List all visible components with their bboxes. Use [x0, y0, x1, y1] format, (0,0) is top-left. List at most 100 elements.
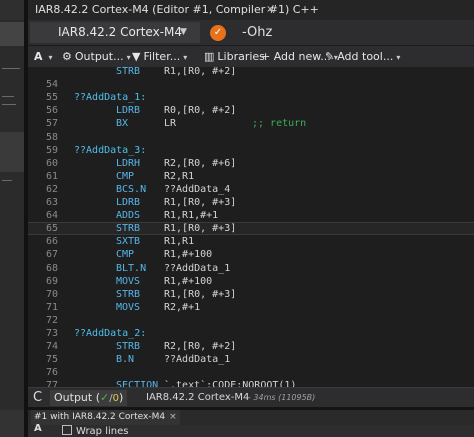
- asm-mnemonic: STRB: [116, 223, 141, 235]
- code-line[interactable]: 67 CMP R1,#+100: [28, 248, 474, 261]
- asm-operands: R1,[R0, #+3]: [164, 288, 237, 300]
- refresh-icon[interactable]: C: [33, 388, 42, 408]
- asm-label: ??AddData_1:: [74, 92, 147, 104]
- asm-operands: `.text`:CODE:NOROOT(1): [164, 380, 297, 387]
- asm-operands: R2,R1: [164, 170, 195, 182]
- left-panel-text-line: [2, 180, 12, 181]
- code-line[interactable]: 71 MOVS R2,#+1: [28, 301, 474, 314]
- left-panel-header: [0, 0, 24, 20]
- line-number: 61: [45, 170, 58, 182]
- line-number: 57: [45, 118, 58, 130]
- output-pane-tab[interactable]: #1 with IAR8.42.2 Cortex-M4 ×: [31, 410, 180, 425]
- assembly-output-editor[interactable]: STRB R1,[R0, #+2] 54 55 ??AddData_1: 56 LDRB R0…: [28, 67, 474, 387]
- code-line[interactable]: 75 B.N ??AddData_1: [28, 353, 474, 366]
- asm-mnemonic: CMP: [116, 170, 135, 182]
- output-compiler-name: IAR8.42.2 Cortex-M4: [146, 392, 250, 403]
- asm-mnemonic: LDRB: [116, 105, 141, 117]
- libraries-button[interactable]: ▥ Libraries: [204, 46, 265, 68]
- asm-comment: ;; return: [252, 118, 307, 130]
- code-line[interactable]: 54: [28, 78, 474, 91]
- line-number: 72: [45, 314, 58, 326]
- asm-mnemonic: STRB: [116, 67, 141, 77]
- output-tab[interactable]: Output (✓/0): [50, 390, 128, 406]
- compiler-select-label: IAR8.42.2 Cortex-M4: [58, 25, 183, 39]
- code-line[interactable]: 61 CMP R2,R1: [28, 170, 474, 183]
- line-number: 66: [45, 236, 58, 248]
- line-number: 73: [45, 328, 58, 339]
- line-number: 65: [45, 223, 58, 235]
- asm-operands: R1,[R0, #+2]: [164, 67, 237, 77]
- book-icon: ▥: [204, 50, 215, 63]
- compiler-info-icon[interactable]: ✓: [210, 25, 226, 41]
- code-line[interactable]: 73 ??AddData_2:: [28, 327, 474, 340]
- code-line[interactable]: 57 BX LR ;; return: [28, 117, 474, 130]
- code-line[interactable]: 60 LDRH R2,[R0, #+6]: [28, 157, 474, 170]
- add-new-label: + Add new...: [261, 50, 331, 63]
- font-button[interactable]: A: [34, 423, 42, 434]
- line-number: 67: [45, 249, 58, 261]
- asm-mnemonic: MOVS: [116, 275, 141, 287]
- asm-operands: R1,R1,#+1: [164, 210, 219, 222]
- code-line[interactable]: 69 MOVS R1,#+100: [28, 275, 474, 288]
- output-button[interactable]: ⚙ Output... ▾: [62, 46, 131, 68]
- code-line[interactable]: 58: [28, 131, 474, 144]
- output-label: Output...: [74, 50, 124, 63]
- filter-button[interactable]: ▼ Filter... ▾: [132, 46, 187, 68]
- code-line[interactable]: 72: [28, 314, 474, 327]
- add-tool-label: Add tool...: [337, 50, 394, 63]
- line-number: 55: [45, 92, 58, 104]
- wrench-icon: ✎: [325, 50, 335, 63]
- compiler-options-input[interactable]: -Ohz: [242, 20, 272, 45]
- code-line[interactable]: 55 ??AddData_1:: [28, 91, 474, 104]
- left-panel-block: [0, 132, 24, 172]
- code-line[interactable]: 62 BCS.N ??AddData_4: [28, 183, 474, 196]
- output-status-bar: C Output (✓/0) IAR8.42.2 Cortex-M4 - 34m…: [28, 387, 474, 408]
- code-line[interactable]: 70 STRB R1,[R0, #+3]: [28, 288, 474, 301]
- code-line[interactable]: 77 SECTION `.text`:CODE:NOROOT(1): [28, 379, 474, 387]
- line-number: 75: [45, 354, 58, 366]
- code-line[interactable]: 66 SXTB R1,R1: [28, 235, 474, 248]
- asm-mnemonic: BCS.N: [116, 183, 147, 195]
- code-line[interactable]: 64 ADDS R1,R1,#+1: [28, 209, 474, 222]
- output-tab-label: Output (: [54, 391, 100, 404]
- code-line[interactable]: 76: [28, 366, 474, 379]
- asm-operands: LR: [164, 118, 177, 130]
- libraries-label: Libraries: [217, 50, 265, 63]
- asm-mnemonic: BX: [116, 118, 129, 130]
- asm-mnemonic: LDRH: [116, 157, 141, 169]
- line-number: 60: [45, 157, 58, 169]
- close-icon[interactable]: ×: [266, 0, 274, 20]
- asm-mnemonic: STRB: [116, 341, 141, 353]
- left-panel-text-line: [2, 96, 14, 97]
- pane-title-bar: IAR8.42.2 Cortex-M4 (Editor #1, Compiler…: [28, 0, 474, 20]
- asm-mnemonic: MOVS: [116, 301, 141, 313]
- asm-operands: R2,#+1: [164, 301, 201, 313]
- asm-operands: R1,#+100: [164, 249, 213, 261]
- wrap-lines-toggle[interactable]: Wrap lines: [62, 425, 128, 437]
- gear-icon: ⚙: [62, 50, 72, 63]
- code-line[interactable]: 63 LDRB R1,[R0, #+3]: [28, 196, 474, 209]
- code-line[interactable]: 59 ??AddData_3:: [28, 144, 474, 157]
- output-pane-toolbar: A Wrap lines: [28, 423, 474, 437]
- code-line[interactable]: 74 STRB R2,[R0, #+2]: [28, 340, 474, 353]
- left-panel-footer: [0, 410, 24, 437]
- font-icon: A: [34, 50, 43, 63]
- code-line[interactable]: 68 BLT.N ??AddData_1: [28, 262, 474, 275]
- left-panel-button[interactable]: [0, 22, 24, 46]
- chevron-down-icon: ▾: [183, 53, 188, 62]
- code-line[interactable]: STRB R1,[R0, #+2]: [28, 67, 474, 78]
- code-line[interactable]: 56 LDRB R0,[R0, #+2]: [28, 104, 474, 117]
- add-tool-button[interactable]: ✎ Add tool... ▾: [325, 46, 400, 68]
- compiler-bar: IAR8.42.2 Cortex-M4 ▼ ✓ -Ohz: [28, 20, 474, 45]
- asm-operands: R1,#+100: [164, 275, 213, 287]
- line-number: 63: [45, 197, 58, 208]
- font-button[interactable]: A ▾: [34, 46, 53, 68]
- code-line[interactable]: 65 STRB R1,[R0, #+3]: [28, 222, 474, 236]
- asm-label: ??AddData_3:: [74, 144, 147, 156]
- left-panel-text-line: [2, 68, 20, 69]
- asm-label: ??AddData_2:: [74, 328, 147, 339]
- close-icon[interactable]: ×: [169, 412, 177, 422]
- line-number: 64: [45, 210, 58, 222]
- compiler-select[interactable]: IAR8.42.2 Cortex-M4 ▼: [30, 22, 200, 43]
- output-tab-close-paren: ): [118, 391, 124, 404]
